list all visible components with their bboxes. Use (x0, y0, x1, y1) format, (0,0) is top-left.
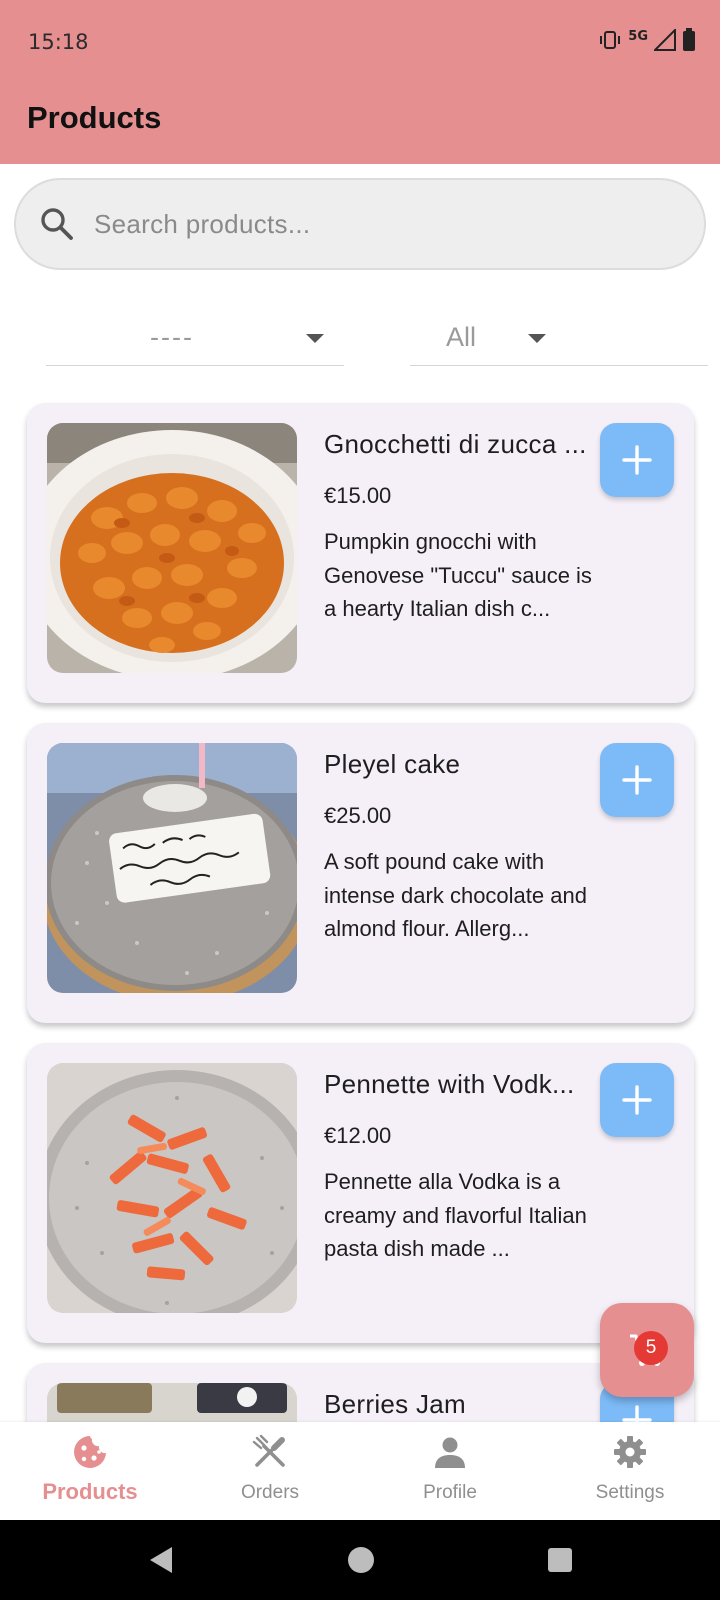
type-dropdown-value: All (446, 322, 477, 352)
product-card[interactable]: Pleyel cake €25.00 A soft pound cake wit… (27, 723, 694, 1023)
add-to-cart-button[interactable] (600, 1063, 674, 1137)
search-icon (40, 207, 74, 246)
add-to-cart-button[interactable] (600, 743, 674, 817)
plus-icon (622, 1085, 652, 1115)
signal-icon (654, 29, 676, 51)
product-name: Berries Jam (324, 1389, 466, 1419)
nav-item-products[interactable]: Products (0, 1422, 180, 1520)
chevron-down-icon (528, 334, 546, 343)
cart-count-badge: 5 (634, 1331, 668, 1365)
product-image (47, 1063, 297, 1313)
nav-label: Orders (240, 1482, 300, 1503)
app-bar: 15:18 5G Products (0, 0, 720, 164)
product-price: €12.00 (324, 1123, 392, 1148)
bottom-navigation: Products Orders Profile Settings (0, 1422, 720, 1520)
battery-icon (682, 28, 696, 52)
product-card[interactable]: Berries Jam (27, 1363, 694, 1422)
cookie-icon (72, 1434, 108, 1475)
status-time: 15:18 (28, 30, 89, 54)
gear-icon (612, 1434, 648, 1475)
category-dropdown-value: ---- (150, 322, 194, 352)
nav-item-orders[interactable]: Orders (180, 1422, 360, 1520)
type-dropdown[interactable]: All (410, 310, 708, 366)
nav-item-profile[interactable]: Profile (360, 1422, 540, 1520)
product-image (47, 1383, 297, 1422)
nav-label: Profile (423, 1482, 477, 1503)
product-description: A soft pound cake with intense dark choc… (324, 849, 587, 941)
product-price: €15.00 (324, 483, 392, 508)
cart-button[interactable]: 5 (600, 1303, 694, 1397)
product-name: Pleyel cake (324, 749, 461, 779)
status-icons: 5G (598, 28, 696, 52)
category-dropdown[interactable]: ---- (46, 310, 344, 366)
product-list: Gnocchetti di zucca ... €15.00 Pumpkin g… (0, 395, 720, 1422)
product-card[interactable]: Pennette with Vodk... €12.00 Pennette al… (27, 1043, 694, 1343)
product-name: Pennette with Vodk... (324, 1069, 575, 1099)
person-icon (432, 1434, 468, 1475)
system-navigation-bar (0, 1520, 720, 1600)
product-description: Pumpkin gnocchi with Genovese "Tuccu" sa… (324, 529, 592, 621)
back-icon[interactable] (146, 1544, 176, 1581)
nav-label: Settings (595, 1482, 665, 1503)
product-description: Pennette alla Vodka is a creamy and flav… (324, 1169, 587, 1261)
utensils-icon (252, 1434, 288, 1475)
nav-item-settings[interactable]: Settings (540, 1422, 720, 1520)
search-bar (14, 178, 706, 270)
product-price: €25.00 (324, 803, 392, 828)
search-input[interactable] (94, 200, 654, 248)
recents-icon[interactable] (545, 1544, 575, 1581)
network-type: 5G (628, 28, 648, 44)
plus-icon (622, 765, 652, 795)
home-icon[interactable] (346, 1544, 376, 1581)
add-to-cart-button[interactable] (600, 423, 674, 497)
chevron-down-icon (306, 334, 324, 343)
product-image (47, 743, 297, 993)
plus-icon (622, 1405, 652, 1422)
product-name: Gnocchetti di zucca ... (324, 429, 587, 459)
product-card[interactable]: Gnocchetti di zucca ... €15.00 Pumpkin g… (27, 403, 694, 703)
vibrate-icon (598, 30, 622, 50)
page-title: Products (27, 100, 162, 135)
nav-label: Products (42, 1479, 138, 1504)
plus-icon (622, 445, 652, 475)
product-image (47, 423, 297, 673)
